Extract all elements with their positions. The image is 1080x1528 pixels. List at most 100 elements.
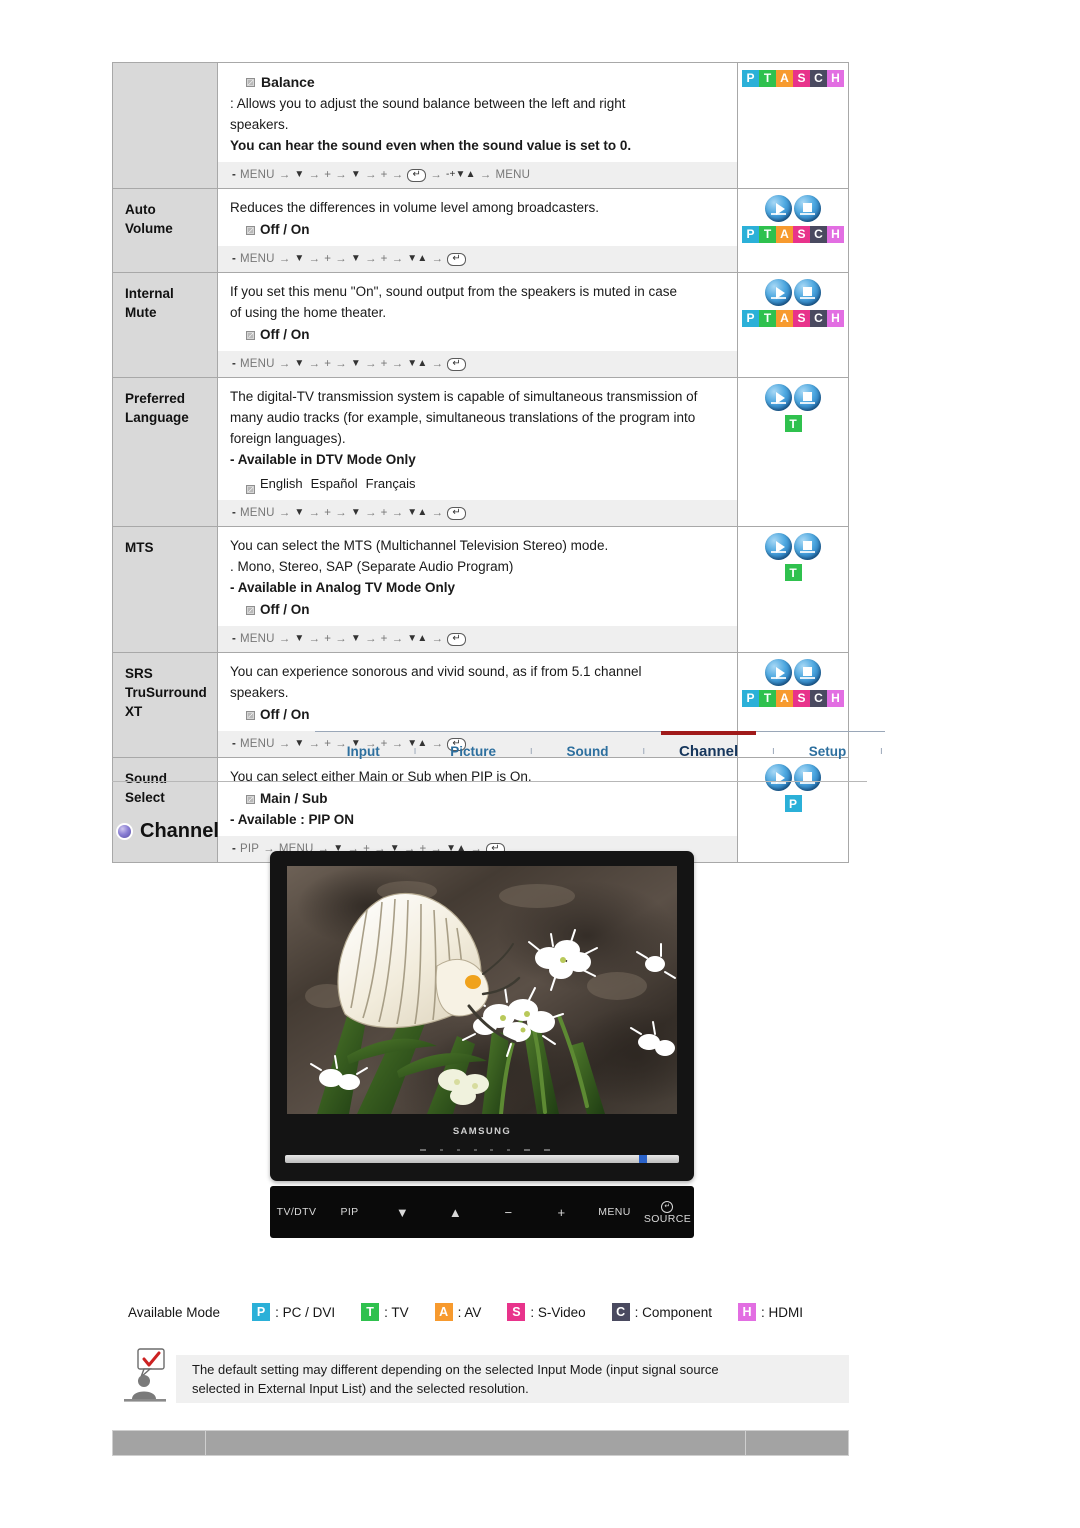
tab-sound[interactable]: Sound: [563, 744, 613, 759]
tab-picture[interactable]: Picture: [446, 744, 500, 759]
row-label-line: SRS: [125, 666, 153, 681]
row-description: You can select the MTS (Multichannel Tel…: [217, 526, 738, 653]
mode-badge-s: S: [793, 689, 810, 707]
legend-title: Available Mode: [128, 1304, 221, 1320]
monitor-button-[interactable]: +: [535, 1205, 588, 1220]
bullet-square-icon: [246, 605, 255, 615]
mode-badge-t: T: [784, 564, 802, 581]
play-circle-icon: [765, 384, 792, 411]
mode-badge-s: S: [793, 69, 810, 87]
mode-badge-t: T: [759, 309, 776, 327]
legend-label: : AV: [457, 1304, 482, 1320]
monitor-button-menu[interactable]: MENU: [588, 1206, 641, 1218]
note-line-2: selected in External Input List) and the…: [192, 1381, 529, 1396]
table-row: Internal Mute If you set this menu "On", s…: [112, 272, 849, 378]
legend-label: : HDMI: [760, 1304, 803, 1320]
row-option: Off / On: [246, 705, 727, 725]
row-mode-badges: T: [784, 564, 802, 581]
row-label: SRS TruSurround XT: [112, 652, 218, 758]
legend-item-s: S: S-Video: [507, 1303, 586, 1321]
legend-item-t: T: TV: [361, 1303, 409, 1321]
stop-circle-icon: [794, 384, 821, 411]
mode-badge-p: P: [784, 795, 802, 812]
row-label: Sound Select: [112, 757, 218, 863]
footer-cell-right: [745, 1430, 849, 1456]
monitor-stand-bar: [285, 1155, 679, 1163]
monitor-screen: [287, 866, 677, 1114]
key-sequence: - MENU → ▼ → + → ▼ → + → ▼▲ → ↵: [218, 626, 737, 652]
row-body-line: foreign languages).: [230, 431, 346, 446]
row-availability: - Available in DTV Mode Only: [230, 452, 416, 467]
stop-square-icon: [803, 287, 812, 296]
row-label-line: Sound: [125, 771, 167, 786]
legend-badge-s: S: [507, 1303, 526, 1321]
tab-setup[interactable]: Setup: [805, 744, 851, 759]
mode-badge-h: H: [827, 309, 844, 327]
legend-item-a: A: AV: [434, 1303, 482, 1321]
play-circle-icon: [765, 279, 792, 306]
monitor-brand: SAMSUNG: [452, 1126, 512, 1137]
row-option-text: Off / On: [260, 327, 310, 342]
playback-icons: [742, 279, 844, 306]
monitor-stand-marker: [639, 1155, 647, 1163]
note-person-icon: [124, 1348, 166, 1402]
monitor-button-[interactable]: ▲: [429, 1205, 482, 1220]
playback-icons: [742, 533, 844, 560]
page-title-text: Channel: [140, 820, 219, 842]
row-label-line: Internal: [125, 286, 174, 301]
mode-badge-c: C: [810, 689, 827, 707]
row-mode-badges: PTASCH: [742, 225, 844, 243]
row-description: The digital-TV transmission system is ca…: [217, 377, 738, 527]
note-box: The default setting may different depend…: [176, 1355, 849, 1403]
row-subtitle: Balance: [246, 72, 727, 92]
playback-icons: [742, 195, 844, 222]
tab-separator: ı: [642, 745, 646, 757]
key-sequence: - MENU → ▼ → + → ▼ → + → ▼▲ → ↵: [218, 351, 737, 377]
playback-icons: [742, 384, 844, 411]
monitor-button-pip[interactable]: PIP: [323, 1206, 376, 1218]
playback-icons: [742, 659, 844, 686]
legend-item-h: H: HDMI: [737, 1303, 803, 1321]
row-mode-badges: P: [784, 795, 802, 812]
monitor-button-[interactable]: −: [482, 1205, 535, 1220]
stop-square-icon: [803, 541, 812, 550]
play-circle-icon: [765, 195, 792, 222]
row-mode-icons: T: [737, 526, 849, 653]
stop-circle-icon: [794, 195, 821, 222]
row-label: MTS: [112, 526, 218, 653]
page-footer: [112, 1430, 849, 1456]
row-body-line: . Mono, Stereo, SAP (Separate Audio Prog…: [230, 559, 514, 574]
bullet-square-icon: [246, 710, 255, 720]
table-row: Balance: Allows you to adjust the sound …: [112, 62, 849, 189]
row-option-text: Main / Sub: [260, 791, 328, 806]
monitor-button-tvdtv[interactable]: TV/DTV: [270, 1206, 323, 1218]
enter-key-icon: ↵: [447, 632, 467, 646]
monitor-control-bar: TV/DTV PIP ▼ ▲ − + MENU ↵ SOURCE: [270, 1186, 694, 1238]
play-circle-icon: [765, 533, 792, 560]
row-label-line: TruSurround: [125, 685, 207, 700]
tab-separator: ı: [771, 745, 775, 757]
row-mode-icons: PTASCH: [737, 62, 849, 189]
row-description: Reduces the differences in volume level …: [217, 188, 738, 273]
enter-key-icon: ↵: [447, 252, 467, 266]
source-label: SOURCE: [643, 1212, 692, 1225]
tab-input[interactable]: Input: [343, 744, 384, 759]
tab-separator: ı: [529, 745, 533, 757]
language-option: Français: [365, 476, 416, 491]
monitor-button-source[interactable]: ↵ SOURCE: [641, 1199, 694, 1225]
key-sequence: - MENU → ▼ → + → ▼ → + → ↵ → -+▼▲ → MENU: [218, 162, 737, 188]
mode-badge-h: H: [827, 225, 844, 243]
stop-circle-icon: [794, 279, 821, 306]
mode-badge-t: T: [759, 225, 776, 243]
row-mode-badges: PTASCH: [742, 69, 844, 87]
row-label-line: Auto: [125, 202, 156, 217]
monitor-button-[interactable]: ▼: [376, 1205, 429, 1220]
legend-label: : TV: [384, 1304, 409, 1320]
row-body-line: many audio tracks (for example, simultan…: [230, 410, 696, 425]
tab-channel[interactable]: Channel: [660, 730, 757, 760]
mode-badge-p: P: [742, 689, 759, 707]
mode-badge-p: P: [742, 225, 759, 243]
legend-badge-h: H: [737, 1303, 756, 1321]
row-body-line: of using the home theater.: [230, 305, 387, 320]
mode-badge-h: H: [827, 69, 844, 87]
